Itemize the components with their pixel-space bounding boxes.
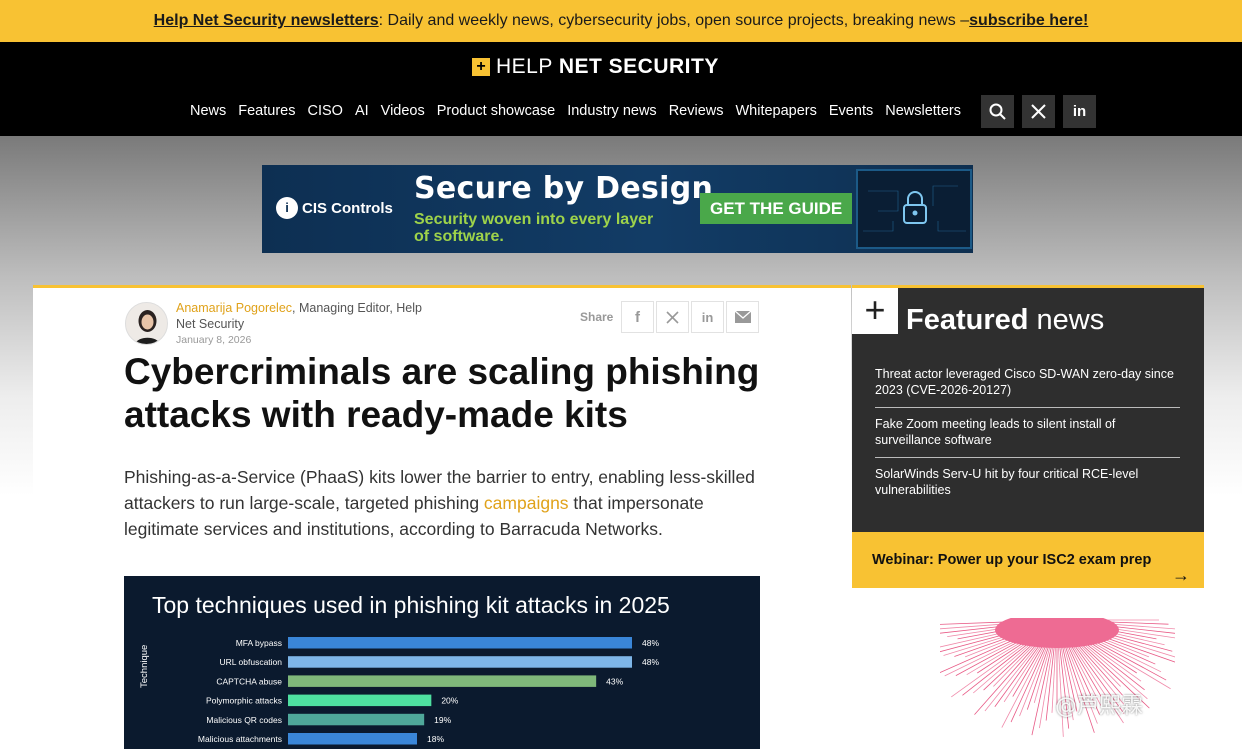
email-icon <box>734 311 751 323</box>
linkedin-icon: in <box>701 309 714 325</box>
chart-bar <box>288 637 632 649</box>
logo-word-netsecurity: NET SECURITY <box>558 55 719 78</box>
phishing-techniques-chart: Top techniques used in phishing kit atta… <box>124 576 760 749</box>
author-byline: Anamarija Pogorelec, Managing Editor, He… <box>176 300 436 332</box>
article-card: Anamarija Pogorelec, Managing Editor, He… <box>33 285 851 749</box>
chart-plot: MFA bypass 48% URL obfuscation 48% CAPTCHA a… <box>198 637 659 745</box>
nav-ciso[interactable]: CISO <box>308 103 343 119</box>
campaigns-link[interactable]: campaigns <box>484 493 569 513</box>
chart-value-label: 18% <box>427 734 444 744</box>
banner-subtitle: Security woven into every layer of softw… <box>414 211 654 245</box>
site-logo[interactable]: + HELP NET SECURITY <box>472 55 719 78</box>
laptop-lock-illustration <box>856 169 972 249</box>
chart-bar <box>288 694 432 707</box>
chart-category-label: URL obfuscation <box>219 657 282 667</box>
featured-item-zoom[interactable]: Fake Zoom meeting leads to silent instal… <box>875 408 1180 458</box>
facebook-icon: f <box>635 308 640 326</box>
decorative-core <box>995 618 1119 648</box>
nav-reviews[interactable]: Reviews <box>669 103 724 119</box>
chart-category-label: Malicious QR codes <box>206 715 282 725</box>
linkedin-icon: in <box>1072 102 1087 120</box>
chart-value-label: 20% <box>441 696 458 706</box>
chart-category-label: Malicious attachments <box>198 734 282 744</box>
cis-logo-icon: i <box>276 197 298 219</box>
chart-bar <box>288 656 632 668</box>
nav-events[interactable]: Events <box>829 103 873 119</box>
x-icon <box>1031 103 1046 119</box>
webinar-promo[interactable]: Webinar: Power up your ISC2 exam prep → <box>852 532 1204 588</box>
banner-ad[interactable]: i CIS Controls Secure by Design Security… <box>262 165 973 253</box>
promo-message: : Daily and weekly news, cybersecurity j… <box>378 12 970 29</box>
publish-date: January 8, 2026 <box>176 334 252 346</box>
share-email-button[interactable] <box>726 301 759 333</box>
share-label: Share <box>580 310 614 324</box>
chart-value-label: 48% <box>642 638 659 648</box>
featured-news-panel: + Featured news Threat actor leveraged C… <box>852 285 1204 532</box>
site-header: + HELP NET SECURITY News Features CISO A… <box>0 42 1242 136</box>
get-the-guide-button[interactable]: GET THE GUIDE <box>700 193 853 224</box>
chart-bar <box>288 733 417 745</box>
chart-category-label: CAPTCHA abuse <box>216 676 282 686</box>
article-headline: Cybercriminals are scaling phishing atta… <box>124 351 760 435</box>
author-avatar[interactable] <box>125 302 168 345</box>
cis-controls-logo: i CIS Controls <box>276 197 393 219</box>
search-button[interactable] <box>980 94 1014 128</box>
webinar-label: Webinar: Power up your ISC2 exam prep <box>872 552 1152 568</box>
article-lede: Phishing-as-a-Service (PhaaS) kits lower… <box>124 464 764 542</box>
share-x-button[interactable] <box>656 301 689 333</box>
chart-bar <box>288 713 425 726</box>
x-icon <box>666 310 679 324</box>
banner-title: Secure by Design <box>414 171 714 206</box>
linkedin-social-button[interactable]: in <box>1062 94 1096 128</box>
featured-item-solarwinds[interactable]: SolarWinds Serv-U hit by four critical R… <box>875 458 1180 507</box>
banner-brand: CIS Controls <box>302 199 393 217</box>
featured-news-title: Featured news <box>906 304 1104 337</box>
decorative-burst-image <box>940 618 1175 737</box>
featured-title-rest: news <box>1028 304 1105 336</box>
main-nav: News Features CISO AI Videos Product sho… <box>184 94 1096 128</box>
featured-title-bold: Featured <box>906 304 1029 336</box>
featured-news-list: Threat actor leveraged Cisco SD-WAN zero… <box>875 358 1180 507</box>
chart-value-label: 48% <box>642 657 659 667</box>
chart-value-label: 43% <box>606 676 623 686</box>
nav-news[interactable]: News <box>190 103 226 119</box>
share-linkedin-button[interactable]: in <box>691 301 724 333</box>
subscribe-link[interactable]: subscribe here! <box>969 12 1088 30</box>
arrow-right-icon: → <box>1172 565 1190 585</box>
chart-value-label: 19% <box>434 715 451 725</box>
x-social-button[interactable] <box>1021 94 1055 128</box>
logo-word-help: HELP <box>496 55 553 78</box>
nav-videos[interactable]: Videos <box>381 103 425 119</box>
search-icon <box>989 103 1006 120</box>
nav-ai[interactable]: AI <box>355 103 369 119</box>
watermark-text: @芦熙霖 <box>1055 694 1144 719</box>
logo-plus-icon: + <box>472 58 490 76</box>
nav-newsletters[interactable]: Newsletters <box>885 103 961 119</box>
nav-whitepapers[interactable]: Whitepapers <box>735 103 816 119</box>
nav-industry-news[interactable]: Industry news <box>567 103 656 119</box>
newsletter-promo-bar: Help Net Security newsletters : Daily an… <box>0 0 1242 42</box>
featured-item-cisco[interactable]: Threat actor leveraged Cisco SD-WAN zero… <box>875 358 1180 408</box>
plus-icon[interactable]: + <box>852 288 898 334</box>
share-facebook-button[interactable]: f <box>621 301 654 333</box>
chart-category-label: Polymorphic attacks <box>206 696 282 706</box>
chart-category-label: MFA bypass <box>236 638 282 648</box>
chart-bar <box>288 675 597 687</box>
nav-product-showcase[interactable]: Product showcase <box>437 103 555 119</box>
newsletters-link[interactable]: Help Net Security newsletters <box>154 12 379 30</box>
author-name-link[interactable]: Anamarija Pogorelec <box>176 301 292 315</box>
nav-features[interactable]: Features <box>238 103 295 119</box>
